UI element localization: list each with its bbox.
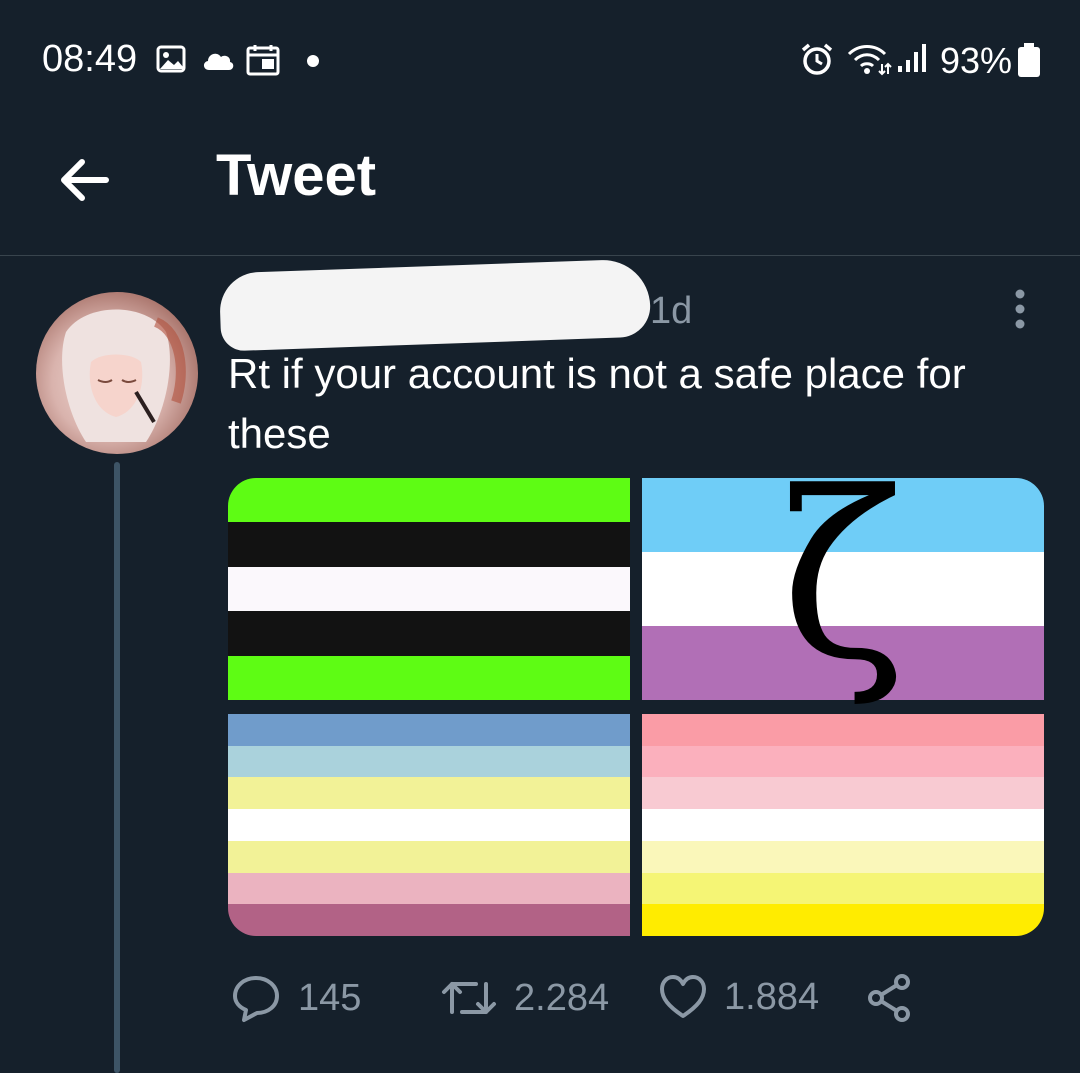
flag-stripe (642, 904, 1044, 936)
flag-stripe (228, 840, 630, 873)
arrow-left-icon (61, 159, 109, 201)
avatar-image (62, 309, 186, 442)
page-title: Tweet (216, 143, 377, 208)
flag-stripe (228, 872, 630, 905)
flag-stripe (642, 714, 1044, 746)
status-bar: 08:49 93% (0, 0, 1080, 120)
reply-button[interactable]: 145 (230, 972, 361, 1024)
flag-stripe (228, 522, 630, 567)
more-options-button[interactable] (1000, 288, 1040, 332)
tweet-timestamp[interactable]: 1d (650, 290, 692, 333)
tweet-media-grid[interactable]: ζ (228, 478, 1044, 936)
tweet-text: Rt if your account is not a safe place f… (228, 350, 966, 457)
signal-icon (898, 44, 926, 72)
flag-stripe (228, 611, 630, 656)
battery-icon (1018, 43, 1040, 77)
thread-line (114, 462, 120, 1073)
flag-stripe (228, 566, 630, 612)
back-button[interactable] (56, 150, 116, 210)
image-icon (156, 45, 186, 73)
flag-stripe (228, 904, 630, 936)
calendar-icon (246, 45, 280, 76)
flag-stripe (228, 655, 630, 701)
flag-image-4[interactable] (642, 714, 1044, 936)
flag-image-3[interactable] (228, 714, 630, 936)
retweet-button[interactable]: 2.284 (440, 972, 609, 1024)
alarm-icon (801, 43, 833, 75)
flag-image-2[interactable]: ζ (642, 478, 1044, 700)
flag-symbol: ζ (780, 478, 906, 711)
wifi-icon (847, 45, 892, 76)
share-button[interactable] (864, 972, 916, 1024)
more-vertical-icon (1015, 289, 1025, 329)
heart-icon (660, 975, 706, 1018)
share-icon (868, 974, 910, 1022)
app-header: Tweet (0, 120, 1080, 256)
flag-stripe (642, 872, 1044, 905)
dot-icon (307, 55, 319, 67)
redacted-username (218, 258, 652, 352)
cloud-icon (203, 53, 234, 70)
status-time: 08:49 (42, 38, 138, 80)
avatar[interactable] (36, 292, 198, 454)
like-button[interactable]: 1.884 (658, 972, 819, 1022)
flag-stripe (642, 840, 1044, 873)
like-count: 1.884 (724, 975, 820, 1018)
reply-icon (233, 976, 279, 1022)
flag-stripe (228, 745, 630, 778)
flag-stripe (642, 745, 1044, 778)
flag-stripe (642, 809, 1044, 841)
reply-count: 145 (298, 976, 362, 1019)
flag-stripe (228, 809, 630, 841)
retweet-count: 2.284 (514, 976, 610, 1019)
flag-stripe (642, 777, 1044, 810)
retweet-icon (442, 982, 496, 1014)
flag-image-1[interactable] (228, 478, 630, 701)
flag-stripe (228, 777, 630, 810)
flag-stripe (228, 714, 630, 746)
flag-stripe (228, 478, 630, 523)
battery-percentage: 93% (940, 40, 1013, 81)
